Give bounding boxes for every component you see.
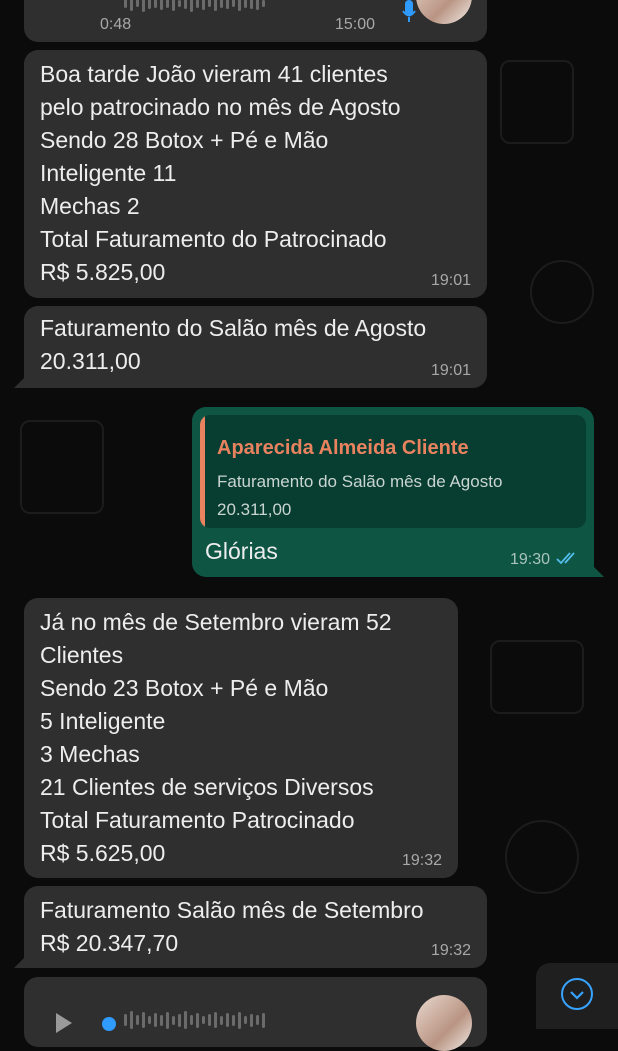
quote-accent-bar [200,415,205,528]
wallpaper-doodle [505,820,579,894]
play-icon[interactable] [54,1013,74,1033]
message-time: 19:32 [401,852,442,869]
scroll-to-bottom-button[interactable] [536,963,618,1029]
message-time: 19:01 [430,362,471,379]
avatar[interactable] [416,0,472,24]
incoming-message[interactable]: Faturamento do Salão mês de Agosto 20.31… [14,306,487,388]
outgoing-message[interactable]: Aparecida Almeida Cliente Faturamento do… [192,407,604,577]
audio-duration: 0:48 [100,16,132,33]
wallpaper-doodle [530,260,594,324]
avatar[interactable] [416,995,472,1051]
quoted-message[interactable]: Aparecida Almeida Cliente Faturamento do… [200,415,586,528]
message-text: Boa tarde João vieram 41 clientes pelo p… [40,61,401,285]
message-time: 15:00 [335,16,376,33]
message-text: Já no mês de Setembro vieram 52 Clientes… [40,609,392,866]
incoming-message[interactable]: Boa tarde João vieram 41 clientes pelo p… [24,50,487,298]
incoming-message[interactable]: Faturamento Salão mês de Setembro R$ 20.… [14,886,487,968]
message-text: Faturamento do Salão mês de Agosto 20.31… [40,315,427,374]
audio-waveform [124,1011,265,1029]
chevron-down-icon [561,978,593,1010]
wallpaper-doodle [490,640,584,714]
message-time: 19:01 [430,272,471,289]
message-text: Glórias [205,538,278,564]
quote-author: Aparecida Almeida Cliente [217,437,469,459]
wallpaper-doodle [20,420,104,514]
wallpaper-doodle [500,60,574,144]
audio-message-bottom[interactable] [24,977,487,1051]
incoming-message[interactable]: Já no mês de Setembro vieram 52 Clientes… [24,598,458,878]
message-text: Faturamento Salão mês de Setembro R$ 20.… [40,897,424,956]
audio-progress-dot[interactable] [102,1017,116,1031]
double-check-read-icon [556,552,575,565]
mic-icon [402,0,416,22]
message-time: 19:32 [430,942,471,959]
message-time: 19:30 [509,551,550,568]
audio-waveform [124,0,265,12]
quote-text: Faturamento do Salão mês de Agosto 20.31… [217,472,503,519]
audio-message-top[interactable]: 0:48 15:00 [24,0,487,42]
